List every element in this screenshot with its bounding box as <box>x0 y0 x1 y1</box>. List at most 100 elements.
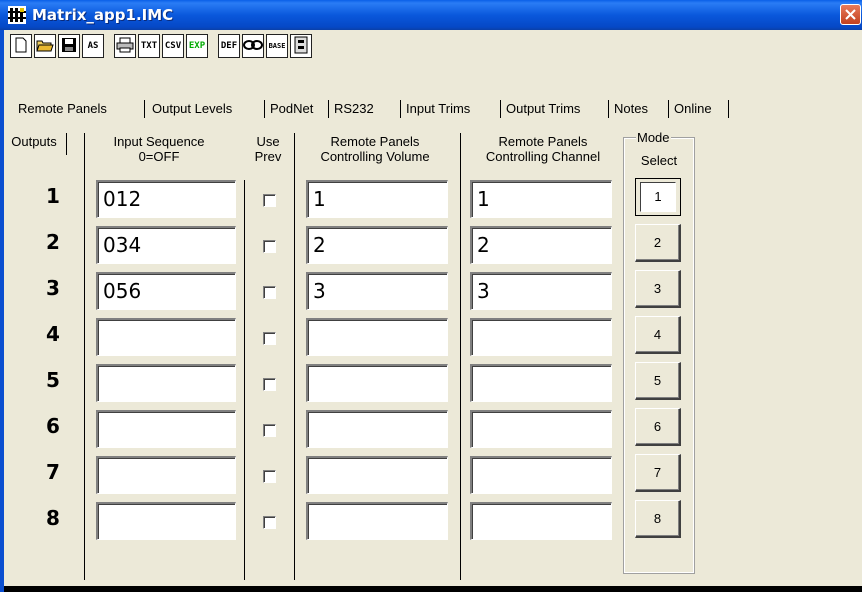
tab-input-trims[interactable]: Input Trims <box>402 98 474 120</box>
print-icon <box>116 37 134 56</box>
tab-separator <box>608 100 609 118</box>
tab-online[interactable]: Online <box>670 98 716 120</box>
mode-button-label: 4 <box>653 327 662 342</box>
use-prev-checkbox[interactable] <box>263 286 276 299</box>
header-controlling-channel: Remote Panels Controlling Channel <box>468 134 618 164</box>
save-as-icon: AS <box>87 41 99 51</box>
use-prev-checkbox[interactable] <box>263 194 276 207</box>
input-sequence-field[interactable]: 012 <box>96 180 236 218</box>
export-exp-button[interactable]: EXP <box>186 34 208 58</box>
tab-separator <box>500 100 501 118</box>
use-prev-checkbox[interactable] <box>263 378 276 391</box>
use-prev-checkbox[interactable] <box>263 424 276 437</box>
status-bar <box>4 586 862 592</box>
output-number: 6 <box>46 414 60 438</box>
input-sequence-field[interactable]: 056 <box>96 272 236 310</box>
new-file-button[interactable] <box>10 34 32 58</box>
print-button[interactable] <box>114 34 136 58</box>
mode-button-label: 2 <box>653 235 662 250</box>
controlling-channel-field[interactable]: 1 <box>470 180 612 218</box>
tab-separator <box>728 100 729 118</box>
controlling-volume-field[interactable]: 2 <box>306 226 448 264</box>
use-prev-checkbox[interactable] <box>263 332 276 345</box>
tab-separator <box>400 100 401 118</box>
base-button[interactable]: BASE <box>266 34 288 58</box>
input-sequence-field[interactable] <box>96 410 236 448</box>
mode-button-5[interactable]: 5 <box>635 362 681 400</box>
mode-button-1[interactable]: 1 <box>635 178 681 216</box>
output-number: 7 <box>46 460 60 484</box>
use-prev-checkbox[interactable] <box>263 240 276 253</box>
save-as-button[interactable]: AS <box>82 34 104 58</box>
mode-button-7[interactable]: 7 <box>635 454 681 492</box>
mode-button-label: 3 <box>653 281 662 296</box>
input-sequence-field[interactable] <box>96 318 236 356</box>
input-sequence-field[interactable] <box>96 502 236 540</box>
use-prev-checkbox[interactable] <box>263 516 276 529</box>
device-button[interactable] <box>290 34 312 58</box>
controlling-volume-field[interactable]: 1 <box>306 180 448 218</box>
header-input-sequence-line2: 0=OFF <box>138 149 180 164</box>
input-sequence-field[interactable] <box>96 456 236 494</box>
controlling-volume-field[interactable]: 3 <box>306 272 448 310</box>
tab-separator <box>144 100 145 118</box>
save-disk-button[interactable] <box>58 34 80 58</box>
controlling-channel-field[interactable]: 2 <box>470 226 612 264</box>
use-prev-checkbox[interactable] <box>263 470 276 483</box>
mode-button-label: 7 <box>653 465 662 480</box>
controlling-channel-field[interactable]: 3 <box>470 272 612 310</box>
default-def-icon: DEF <box>220 41 238 51</box>
controlling-channel-field[interactable] <box>470 456 612 494</box>
divider <box>84 133 85 580</box>
tab-rs232[interactable]: RS232 <box>330 98 378 120</box>
header-input-sequence: Input Sequence 0=OFF <box>94 134 224 164</box>
tab-output-trims[interactable]: Output Trims <box>502 98 584 120</box>
tab-separator <box>328 100 329 118</box>
controlling-channel-field[interactable] <box>470 364 612 402</box>
divider <box>244 180 245 580</box>
header-chan-line2: Controlling Channel <box>485 149 601 164</box>
select-label: Select <box>640 153 678 168</box>
divider <box>66 133 67 155</box>
controlling-volume-field[interactable] <box>306 410 448 448</box>
controlling-channel-field[interactable] <box>470 502 612 540</box>
mode-button-label: 8 <box>653 511 662 526</box>
close-icon <box>845 9 856 20</box>
save-disk-icon <box>61 37 77 56</box>
header-use-prev-line1: Use <box>256 134 280 149</box>
header-chan-line1: Remote Panels <box>498 134 588 149</box>
controlling-volume-field[interactable] <box>306 318 448 356</box>
header-outputs: Outputs <box>11 134 57 149</box>
mode-button-6[interactable]: 6 <box>635 408 681 446</box>
mode-button-2[interactable]: 2 <box>635 224 681 262</box>
controlling-channel-field[interactable] <box>470 410 612 448</box>
tab-notes[interactable]: Notes <box>610 98 652 120</box>
tab-separator <box>668 100 669 118</box>
controlling-channel-field[interactable] <box>470 318 612 356</box>
default-def-button[interactable]: DEF <box>218 34 240 58</box>
controlling-volume-field[interactable] <box>306 456 448 494</box>
export-txt-button[interactable]: TXT <box>138 34 160 58</box>
output-number: 8 <box>46 506 60 530</box>
controlling-volume-field[interactable] <box>306 502 448 540</box>
open-folder-icon <box>36 38 54 55</box>
mode-button-8[interactable]: 8 <box>635 500 681 538</box>
input-sequence-field[interactable]: 034 <box>96 226 236 264</box>
output-number: 3 <box>46 276 60 300</box>
header-vol-line2: Controlling Volume <box>320 149 430 164</box>
mode-button-4[interactable]: 4 <box>635 316 681 354</box>
mode-button-3[interactable]: 3 <box>635 270 681 308</box>
tab-remote-panels[interactable]: Remote Panels <box>14 98 111 120</box>
open-folder-button[interactable] <box>34 34 56 58</box>
tab-output-levels[interactable]: Output Levels <box>148 98 236 120</box>
link-button[interactable] <box>242 34 264 58</box>
app-icon <box>8 6 26 24</box>
close-button[interactable] <box>840 4 861 25</box>
tab-podnet[interactable]: PodNet <box>266 98 317 120</box>
input-sequence-field[interactable] <box>96 364 236 402</box>
controlling-volume-field[interactable] <box>306 364 448 402</box>
mode-button-label: 6 <box>653 419 662 434</box>
export-csv-button[interactable]: CSV <box>162 34 184 58</box>
mode-label: Mode <box>636 130 671 145</box>
title-bar[interactable]: Matrix_app1.IMC <box>0 0 862 30</box>
